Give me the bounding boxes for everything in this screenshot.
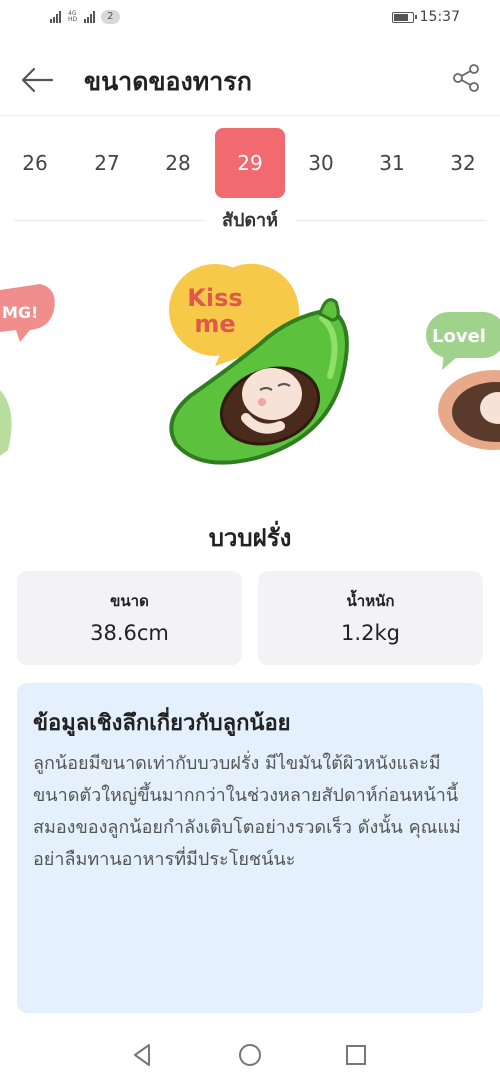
fruit-carousel[interactable]: MG! Kiss me Lovel [0,250,500,490]
share-icon [453,64,479,92]
signal-icon [50,11,61,23]
recents-square-icon[interactable] [343,1042,369,1068]
week-item-27[interactable]: 27 [72,128,142,198]
insight-card: ข้อมูลเชิงลึกเกี่ยวกับลูกน้อย ลูกน้อยมีข… [17,683,483,1013]
week-selector: 26 27 28 29 30 31 32 [0,128,500,200]
status-right: 15:37 [391,9,460,25]
app-header: ขนาดของทารก [0,40,500,116]
prev-bubble-text: MG! [2,303,38,322]
week-item-29[interactable]: 29 [215,128,285,198]
fruit-name: บวบฝรั่ง [208,524,292,552]
home-circle-icon[interactable] [237,1042,263,1068]
baby-gourd-image: Kiss me [169,263,349,465]
next-fruit-image[interactable]: Lovel [424,310,500,450]
bubble-text-line1: Kiss [187,284,242,312]
share-button[interactable] [450,62,482,94]
next-bubble-text: Lovel [432,326,486,347]
week-item-32[interactable]: 32 [428,128,498,198]
clock: 15:37 [419,9,460,25]
back-arrow-icon [21,67,54,93]
network-type: 4G HD [68,11,77,23]
week-item-28[interactable]: 28 [143,128,213,198]
prev-fruit-image[interactable]: MG! [0,280,70,460]
back-triangle-icon[interactable] [130,1042,156,1068]
week-label: สัปดาห์ [221,210,279,231]
size-card: ขนาด 38.6cm [17,571,242,665]
battery-icon [391,11,417,23]
weight-card: น้ำหนัก 1.2kg [258,571,483,665]
week-item-31[interactable]: 31 [357,128,427,198]
status-left: 4G HD 2 [50,10,120,24]
signal-icon-2 [84,11,96,23]
system-nav-bar [0,1030,500,1083]
status-bar: 4G HD 2 15:37 [0,0,500,40]
insight-body: ลูกน้อยมีขนาดเท่ากับบวบฝรั่ง มีไขมันใต้ผ… [33,753,461,870]
insight-title: ข้อมูลเชิงลึกเกี่ยวกับลูกน้อย [33,711,291,736]
size-value: 38.6cm [90,621,169,645]
size-label: ขนาด [110,592,149,610]
network-label-bottom: HD [68,16,78,23]
week-item-26[interactable]: 26 [0,128,70,198]
week-item-30[interactable]: 30 [286,128,356,198]
bubble-text-line2: me [194,310,235,338]
page-title: ขนาดของทารก [84,67,252,96]
sim-badge: 2 [101,10,120,24]
weight-label: น้ำหนัก [346,592,395,610]
back-button[interactable] [18,60,58,100]
battery-fill [393,13,408,21]
weight-value: 1.2kg [341,621,400,645]
